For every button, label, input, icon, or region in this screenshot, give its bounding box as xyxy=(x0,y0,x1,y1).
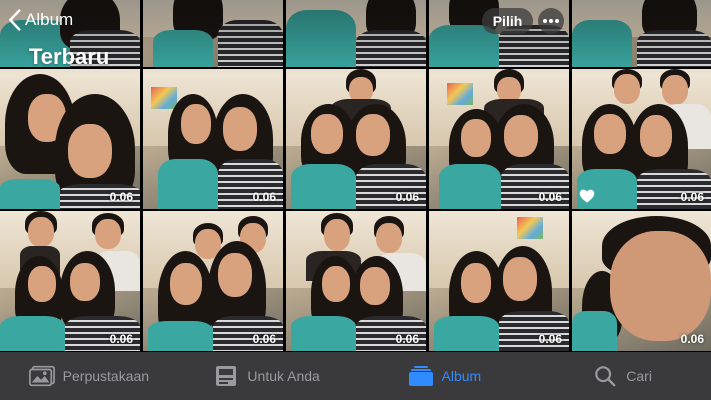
video-duration: 0.06 xyxy=(395,190,419,204)
video-duration: 0.06 xyxy=(680,332,704,346)
grid-tile[interactable]: 0.06 xyxy=(572,211,711,351)
video-duration: 0.06 xyxy=(109,332,133,346)
tab-bar: Perpustakaan Untuk Anda Album Cari xyxy=(0,352,711,400)
grid-tile[interactable] xyxy=(143,0,283,67)
select-label: Pilih xyxy=(492,13,523,29)
page-title: Terbaru xyxy=(29,44,110,69)
grid-tile[interactable]: 0.06 xyxy=(572,69,711,209)
video-duration: 0.06 xyxy=(252,190,276,204)
grid-tile[interactable]: 0.06 xyxy=(429,211,569,351)
grid-tile[interactable]: 0.06 xyxy=(143,69,283,209)
tab-library-label: Perpustakaan xyxy=(62,368,150,384)
grid-tile[interactable]: 0.06 xyxy=(286,211,426,351)
photos-library-icon xyxy=(28,365,55,387)
tab-for-you[interactable]: Untuk Anda xyxy=(178,352,356,400)
video-duration: 0.06 xyxy=(538,190,562,204)
grid-tile[interactable] xyxy=(286,0,426,67)
for-you-icon xyxy=(216,366,237,386)
grid-tile[interactable]: 0.06 xyxy=(429,69,569,209)
tab-search-label: Cari xyxy=(626,368,652,384)
video-duration: 0.06 xyxy=(109,190,133,204)
grid-tile[interactable]: 0.06 xyxy=(143,211,283,351)
grid-tile[interactable]: 0.06 xyxy=(0,211,140,351)
tab-for-you-label: Untuk Anda xyxy=(247,368,320,384)
search-icon xyxy=(595,366,616,387)
tab-albums-label: Album xyxy=(441,368,482,384)
tab-library[interactable]: Perpustakaan xyxy=(0,352,178,400)
favorite-heart-icon xyxy=(579,189,595,203)
ellipsis-icon xyxy=(543,19,559,23)
tab-search[interactable]: Cari xyxy=(533,352,711,400)
select-button[interactable]: Pilih xyxy=(482,8,533,34)
video-duration: 0.06 xyxy=(395,332,419,346)
video-duration: 0.06 xyxy=(538,332,562,346)
back-label: Album xyxy=(25,10,74,29)
video-duration: 0.06 xyxy=(680,190,704,204)
albums-icon xyxy=(408,366,433,386)
tab-albums[interactable]: Album xyxy=(356,352,534,400)
grid-tile[interactable] xyxy=(572,0,711,67)
grid-tile[interactable]: 0.06 xyxy=(0,69,140,209)
video-duration: 0.06 xyxy=(252,332,276,346)
grid-tile[interactable]: 0.06 xyxy=(286,69,426,209)
chevron-left-icon xyxy=(9,9,21,31)
more-options-button[interactable] xyxy=(538,8,564,34)
back-button[interactable]: Album xyxy=(8,9,73,31)
